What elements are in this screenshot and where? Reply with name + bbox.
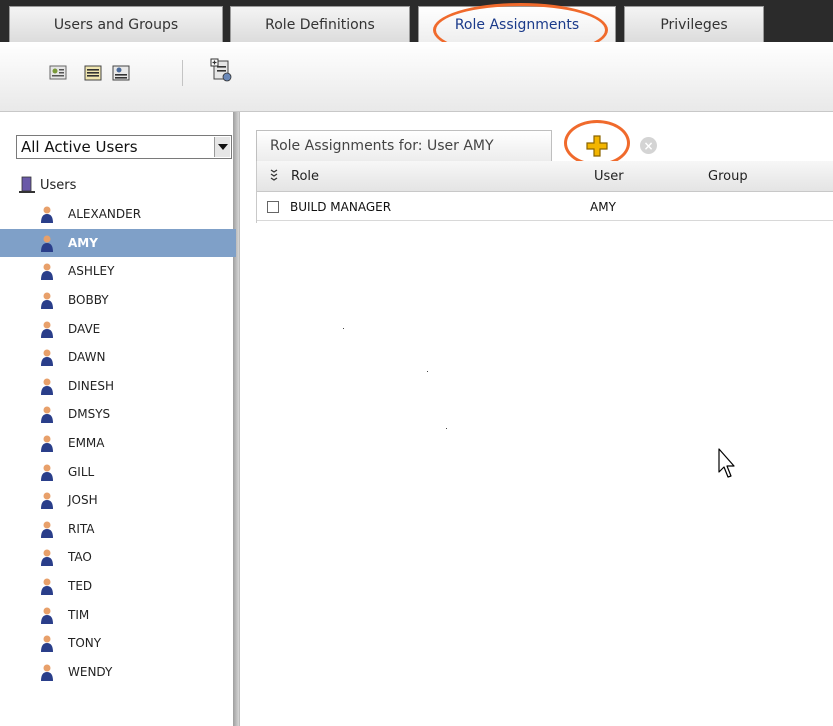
user-icon [41, 263, 53, 281]
tree-root-label: Users [40, 177, 77, 193]
user-item-gill[interactable]: GILL [0, 457, 236, 486]
role-assignments-window: Users and Groups Role Definitions Role A… [0, 0, 833, 726]
user-item-rita[interactable]: RITA [0, 515, 236, 544]
user-name: ASHLEY [68, 264, 115, 279]
user-item-dinesh[interactable]: DINESH [0, 372, 236, 401]
user-filter-value: All Active Users [21, 138, 138, 156]
user-icon [41, 349, 53, 367]
user-icon [41, 292, 53, 310]
remove-assignment-button[interactable]: × [640, 137, 657, 154]
row-checkbox[interactable] [267, 201, 279, 213]
assignments-tab-title[interactable]: Role Assignments for: User AMY [256, 130, 552, 161]
add-button-highlight-annotation [564, 120, 630, 166]
user-icon [41, 664, 53, 681]
chevron-down-icon[interactable] [214, 137, 230, 157]
user-name: JOSH [68, 493, 98, 508]
column-header-user[interactable]: User [594, 161, 624, 191]
user-name: DMSYS [68, 407, 111, 422]
user-name: DINESH [68, 378, 114, 393]
tab-privileges[interactable]: Privileges [624, 6, 764, 42]
user-item-dawn[interactable]: DAWN [0, 343, 236, 372]
user-item-tao[interactable]: TAO [0, 543, 236, 572]
tab-users-and-groups[interactable]: Users and Groups [9, 6, 223, 42]
user-item-ashley[interactable]: ASHLEY [0, 257, 236, 286]
user-name: EMMA [68, 436, 105, 451]
user-icon [41, 578, 53, 596]
tab-role-definitions[interactable]: Role Definitions [230, 6, 410, 42]
user-properties-icon[interactable] [47, 62, 69, 84]
tab-role-assignments[interactable]: Role Assignments [418, 6, 616, 42]
user-icon [41, 464, 53, 481]
main-tab-bar: Users and Groups Role Definitions Role A… [0, 0, 833, 42]
user-item-tim[interactable]: TIM [0, 600, 236, 629]
user-item-dave[interactable]: DAVE [0, 314, 236, 343]
user-icon [41, 635, 53, 653]
mouse-cursor-icon [718, 448, 735, 478]
user-name: ALEXANDER [68, 207, 142, 222]
user-name: TIM [68, 607, 90, 622]
artifact-dot [446, 428, 447, 429]
user-icon [41, 235, 53, 252]
table-row[interactable]: BUILD MANAGER AMY [257, 193, 833, 221]
user-icon [41, 521, 53, 538]
column-menu-icon[interactable] [269, 168, 279, 184]
column-header-role[interactable]: Role [291, 161, 319, 191]
user-name: WENDY [68, 664, 113, 679]
user-icon [41, 492, 53, 510]
user-icon [41, 549, 53, 567]
cell-role: BUILD MANAGER [290, 199, 392, 214]
artifact-dot [343, 328, 344, 329]
user-item-dmsys[interactable]: DMSYS [0, 400, 236, 429]
toolbar [0, 42, 833, 112]
assignments-title: Role Assignments for: User AMY [270, 138, 494, 154]
user-name: AMY [68, 235, 98, 250]
user-item-wendy[interactable]: WENDY [0, 658, 236, 687]
user-icon [41, 406, 53, 424]
user-name: TED [68, 579, 93, 594]
assignments-table: Role User Group BUILD MANAGER AMY [256, 161, 833, 223]
role-properties-icon[interactable] [110, 62, 132, 84]
user-item-bobby[interactable]: BOBBY [0, 286, 236, 315]
tree-root-users[interactable]: Users [18, 175, 76, 195]
user-item-josh[interactable]: JOSH [0, 486, 236, 515]
user-item-ted[interactable]: TED [0, 572, 236, 601]
close-icon: × [643, 138, 654, 153]
new-user-group-icon[interactable] [210, 58, 234, 84]
tab-label: Role Assignments [454, 16, 580, 33]
user-list: ALEXANDER AMY ASHLEY BOBBY DAVE DAWN DIN… [0, 200, 236, 686]
user-icon [41, 435, 53, 453]
users-folder-icon [19, 176, 35, 193]
user-name: TAO [68, 550, 92, 565]
group-properties-icon[interactable] [82, 62, 104, 84]
user-name: BOBBY [68, 293, 109, 308]
table-header: Role User Group [257, 161, 833, 192]
tab-label: Role Definitions [265, 16, 375, 33]
user-name: RITA [68, 521, 95, 536]
user-item-emma[interactable]: EMMA [0, 429, 236, 458]
user-icon [41, 607, 53, 624]
cell-user: AMY [590, 199, 616, 214]
user-name: TONY [68, 636, 102, 651]
tab-label: Privileges [660, 16, 728, 33]
user-item-tony[interactable]: TONY [0, 629, 236, 658]
user-name: DAWN [68, 350, 106, 365]
user-name: DAVE [68, 321, 101, 336]
user-icon [41, 321, 53, 338]
user-name: GILL [68, 464, 95, 479]
user-icon [41, 206, 53, 224]
tab-label: Users and Groups [53, 16, 179, 33]
user-icon [41, 378, 53, 395]
user-filter-select[interactable]: All Active Users [16, 135, 232, 159]
toolbar-separator [182, 60, 183, 86]
artifact-dot [427, 371, 428, 372]
column-header-group[interactable]: Group [708, 161, 748, 191]
user-item-amy[interactable]: AMY [0, 228, 236, 258]
user-item-alexander[interactable]: ALEXANDER [0, 200, 236, 229]
